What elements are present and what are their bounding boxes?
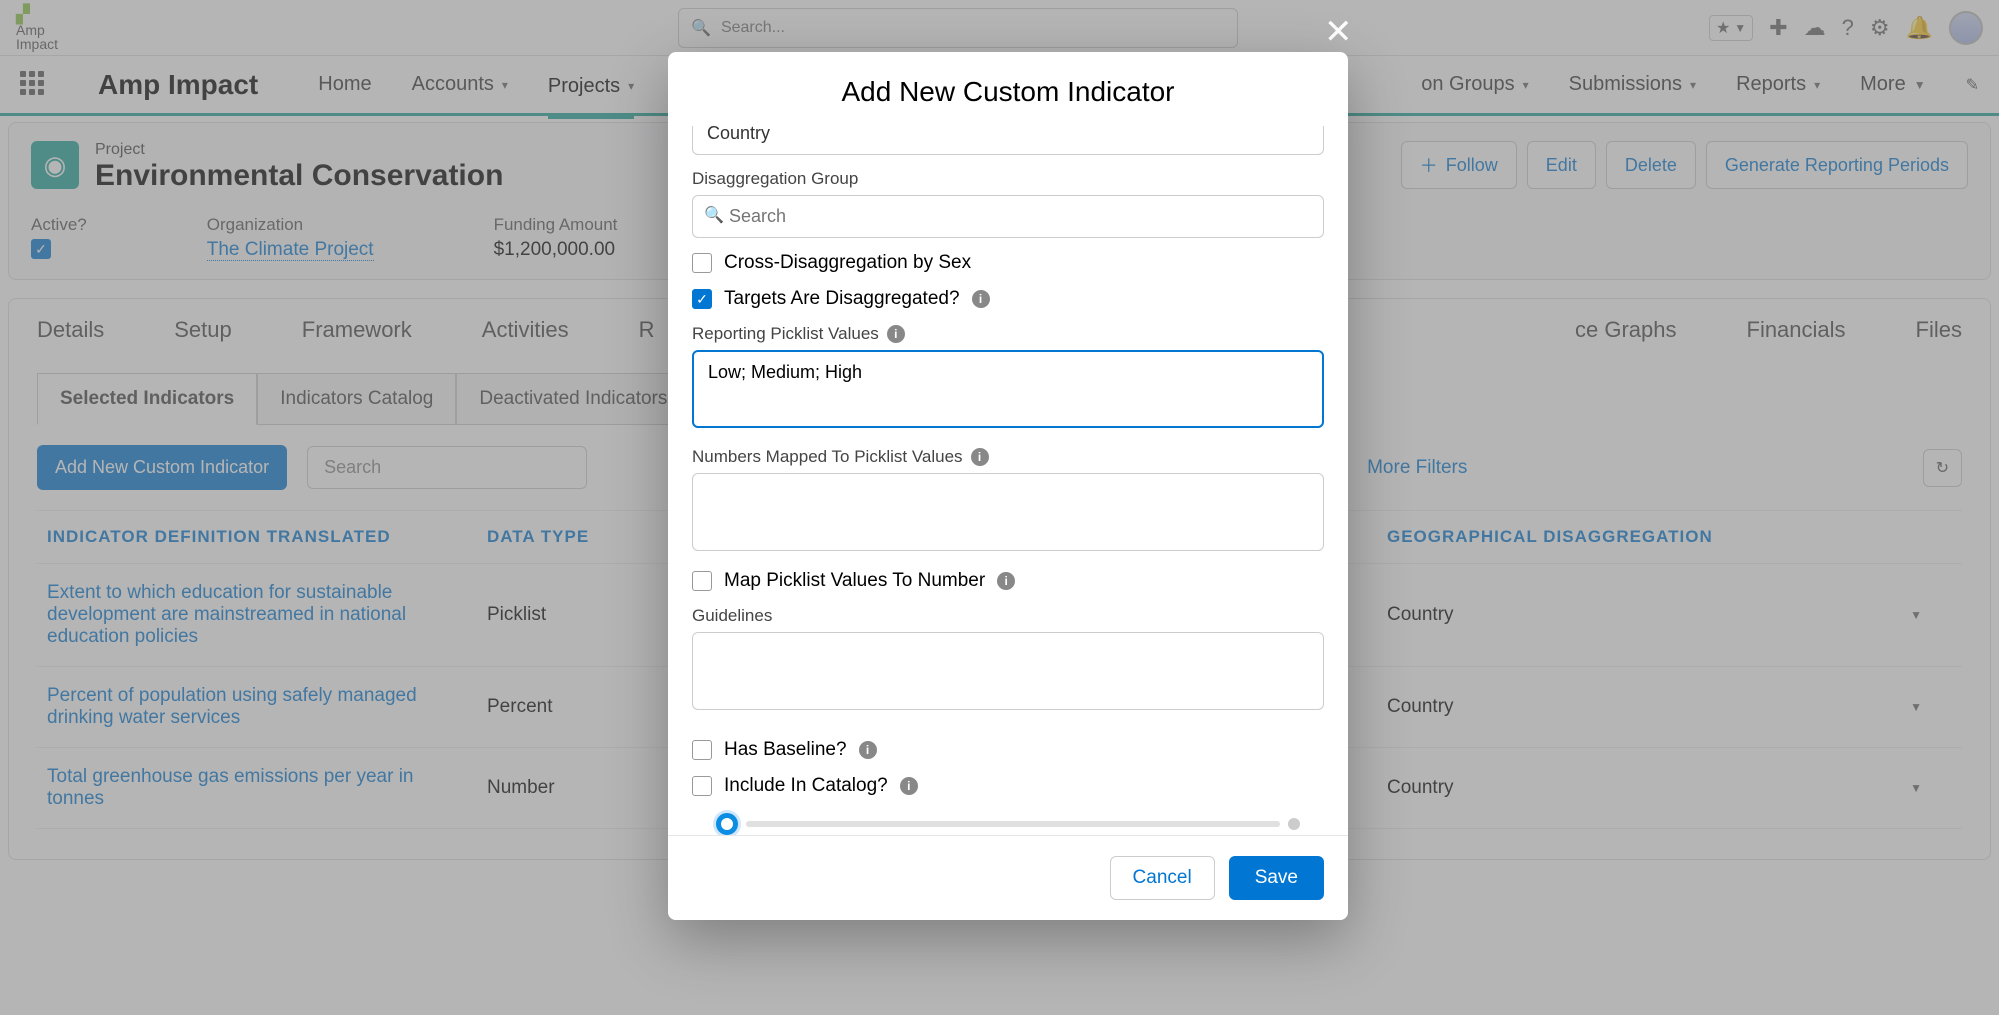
include-catalog-checkbox[interactable]: Include In Catalog? i [692,775,1324,797]
cancel-button[interactable]: Cancel [1110,856,1215,900]
info-icon[interactable]: i [859,741,877,759]
disagg-group-label: Disaggregation Group [692,169,1324,189]
info-icon[interactable]: i [972,290,990,308]
guidelines-textarea[interactable] [692,632,1324,710]
checkbox-icon [692,776,712,796]
search-icon: 🔍 [704,205,724,225]
checkbox-icon [692,740,712,760]
reporting-picklist-textarea[interactable]: Low; Medium; High [692,350,1324,428]
cross-disagg-checkbox[interactable]: Cross-Disaggregation by Sex [692,252,1324,274]
close-icon[interactable]: ✕ [1324,12,1353,52]
info-icon[interactable]: i [971,448,989,466]
save-button[interactable]: Save [1229,856,1324,900]
modal-title: Add New Custom Indicator [668,52,1348,126]
scroll-track [746,821,1280,827]
add-indicator-modal: Add New Custom Indicator Disaggregation … [668,52,1348,920]
map-picklist-checkbox[interactable]: Map Picklist Values To Number i [692,570,1324,592]
checkbox-icon [692,571,712,591]
top-field-input[interactable] [692,126,1324,155]
scroll-indicator[interactable] [716,813,1300,835]
checkbox-checked-icon: ✓ [692,289,712,309]
guidelines-label: Guidelines [692,606,1324,626]
info-icon[interactable]: i [900,777,918,795]
info-icon[interactable]: i [887,325,905,343]
checkbox-icon [692,253,712,273]
has-baseline-checkbox[interactable]: Has Baseline? i [692,739,1324,761]
scroll-thumb-icon [716,813,738,835]
targets-disagg-checkbox[interactable]: ✓ Targets Are Disaggregated? i [692,288,1324,310]
reporting-picklist-label: Reporting Picklist Valuesi [692,324,1324,344]
scroll-end-icon [1288,818,1300,830]
info-icon[interactable]: i [997,572,1015,590]
disagg-group-search[interactable] [692,195,1324,238]
numbers-mapped-textarea[interactable] [692,473,1324,551]
numbers-mapped-label: Numbers Mapped To Picklist Valuesi [692,447,1324,467]
